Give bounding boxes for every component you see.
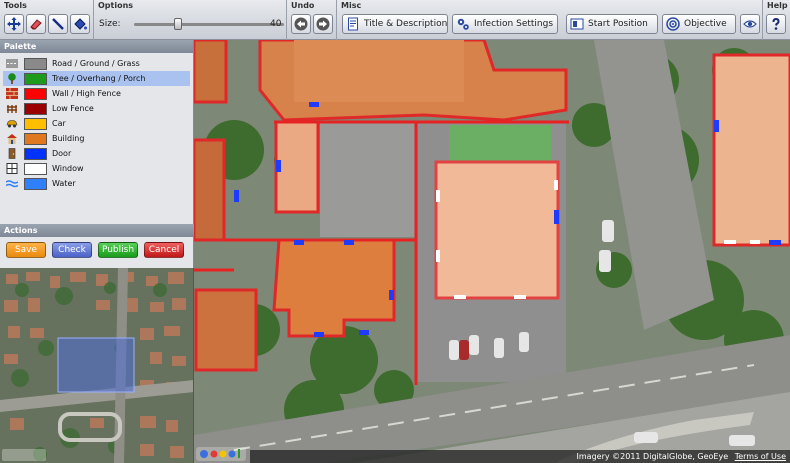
- palette-label-road: Road / Ground / Grass: [52, 59, 140, 68]
- palette-label-door: Door: [52, 149, 72, 158]
- brick-wall-icon: [5, 88, 19, 100]
- car-icon: [5, 118, 19, 130]
- undo-title: Undo: [291, 1, 315, 10]
- eraser-icon: [30, 19, 42, 30]
- size-slider[interactable]: [134, 18, 284, 30]
- tools-section: Tools: [0, 0, 94, 40]
- palette-label-window: Window: [52, 164, 84, 173]
- overview-map[interactable]: [0, 268, 194, 463]
- move-icon: [7, 17, 21, 31]
- palette-label-wall: Wall / High Fence: [52, 89, 121, 98]
- palette-item-water[interactable]: Water: [3, 176, 190, 191]
- start-position-button[interactable]: Start Position: [566, 14, 658, 34]
- objective-button[interactable]: Objective: [662, 14, 736, 34]
- palette-swatch-car: [24, 117, 47, 130]
- line-icon: [52, 18, 64, 30]
- check-button[interactable]: Check: [52, 242, 92, 258]
- help-section: Help: [763, 0, 790, 40]
- aerial-imagery: [194, 40, 790, 463]
- palette-swatch-road: [24, 57, 47, 70]
- palette-title: Palette: [0, 40, 193, 53]
- tree-icon: [5, 73, 19, 85]
- palette-swatch-door: [24, 147, 47, 160]
- map-attribution: Imagery ©2011 DigitalGlobe, GeoEye Terms…: [250, 450, 790, 463]
- objective-label: Objective: [684, 19, 727, 29]
- infection-settings-label: Infection Settings: [474, 19, 554, 29]
- help-title: Help: [767, 1, 788, 10]
- palette-item-wall[interactable]: Wall / High Fence: [3, 86, 190, 101]
- undo-section: Undo: [287, 0, 337, 40]
- palette-swatch-building: [24, 132, 47, 145]
- size-value: 40: [270, 19, 282, 29]
- fence-icon: [5, 103, 19, 115]
- save-button[interactable]: Save: [6, 242, 46, 258]
- overview-imagery: [0, 268, 193, 463]
- palette-item-door[interactable]: Door: [3, 146, 190, 161]
- palette-item-low-fence[interactable]: Low Fence: [3, 101, 190, 116]
- size-label: Size:: [99, 19, 121, 29]
- window-icon: [5, 163, 19, 175]
- palette-item-window[interactable]: Window: [3, 161, 190, 176]
- help-button[interactable]: [766, 14, 786, 34]
- palette-item-car[interactable]: Car: [3, 116, 190, 131]
- actions-title: Actions: [0, 224, 194, 237]
- title-description-button[interactable]: Title & Description: [342, 14, 448, 34]
- toolbar: Tools Options Size: 40 Undo Misc Title &…: [0, 0, 790, 40]
- fill-tool-button[interactable]: [70, 14, 90, 34]
- actions-section: Actions Save Check Publish Cancel: [0, 224, 194, 263]
- palette-list: Road / Ground / Grass Tree / Overhang / …: [0, 53, 193, 191]
- line-tool-button[interactable]: [48, 14, 68, 34]
- misc-title: Misc: [341, 1, 362, 10]
- eraser-tool-button[interactable]: [26, 14, 46, 34]
- arrow-left-icon: [294, 17, 308, 31]
- arrow-right-icon: [316, 17, 330, 31]
- start-position-label: Start Position: [588, 19, 648, 29]
- cancel-button[interactable]: Cancel: [144, 242, 184, 258]
- palette-label-car: Car: [52, 119, 66, 128]
- palette-item-tree[interactable]: Tree / Overhang / Porch: [3, 71, 190, 86]
- google-logo-map: [196, 441, 246, 461]
- start-position-icon: [570, 18, 584, 30]
- palette-label-low-fence: Low Fence: [52, 104, 94, 113]
- target-icon: [666, 17, 680, 31]
- gears-icon: [457, 18, 469, 30]
- question-mark-icon: [772, 17, 780, 30]
- tools-title: Tools: [4, 1, 27, 10]
- palette-item-building[interactable]: Building: [3, 131, 190, 146]
- palette-swatch-water: [24, 177, 47, 190]
- eye-icon: [743, 20, 757, 28]
- road-icon: [5, 58, 19, 70]
- preview-button[interactable]: [740, 14, 760, 34]
- attribution-text: Imagery ©2011 DigitalGlobe, GeoEye: [576, 452, 729, 461]
- palette-swatch-low-fence: [24, 102, 47, 115]
- publish-button[interactable]: Publish: [98, 242, 138, 258]
- title-description-label: Title & Description: [364, 19, 448, 29]
- document-icon: [348, 17, 358, 31]
- map-canvas[interactable]: Imagery ©2011 DigitalGlobe, GeoEye Terms…: [194, 40, 790, 463]
- options-title: Options: [98, 1, 134, 10]
- water-icon: [5, 178, 19, 190]
- left-panel: Palette Road / Ground / Grass Tree / Ove…: [0, 40, 194, 268]
- paint-bucket-icon: [74, 18, 87, 30]
- google-logo: [2, 449, 46, 461]
- infection-settings-button[interactable]: Infection Settings: [452, 14, 558, 34]
- move-tool-button[interactable]: [4, 14, 24, 34]
- overview-viewport-box[interactable]: [57, 337, 135, 393]
- palette-swatch-wall: [24, 87, 47, 100]
- palette-item-road[interactable]: Road / Ground / Grass: [3, 56, 190, 71]
- palette-label-water: Water: [52, 179, 76, 188]
- palette-swatch-window: [24, 162, 47, 175]
- undo-button[interactable]: [291, 14, 311, 34]
- terms-of-use-link[interactable]: Terms of Use: [735, 452, 786, 461]
- palette-swatch-tree: [24, 72, 47, 85]
- palette-label-tree: Tree / Overhang / Porch: [52, 74, 146, 83]
- size-slider-handle[interactable]: [174, 18, 182, 30]
- palette-label-building: Building: [52, 134, 85, 143]
- options-section: Options: [94, 0, 287, 40]
- house-icon: [5, 133, 19, 145]
- redo-button[interactable]: [313, 14, 333, 34]
- door-icon: [5, 148, 19, 160]
